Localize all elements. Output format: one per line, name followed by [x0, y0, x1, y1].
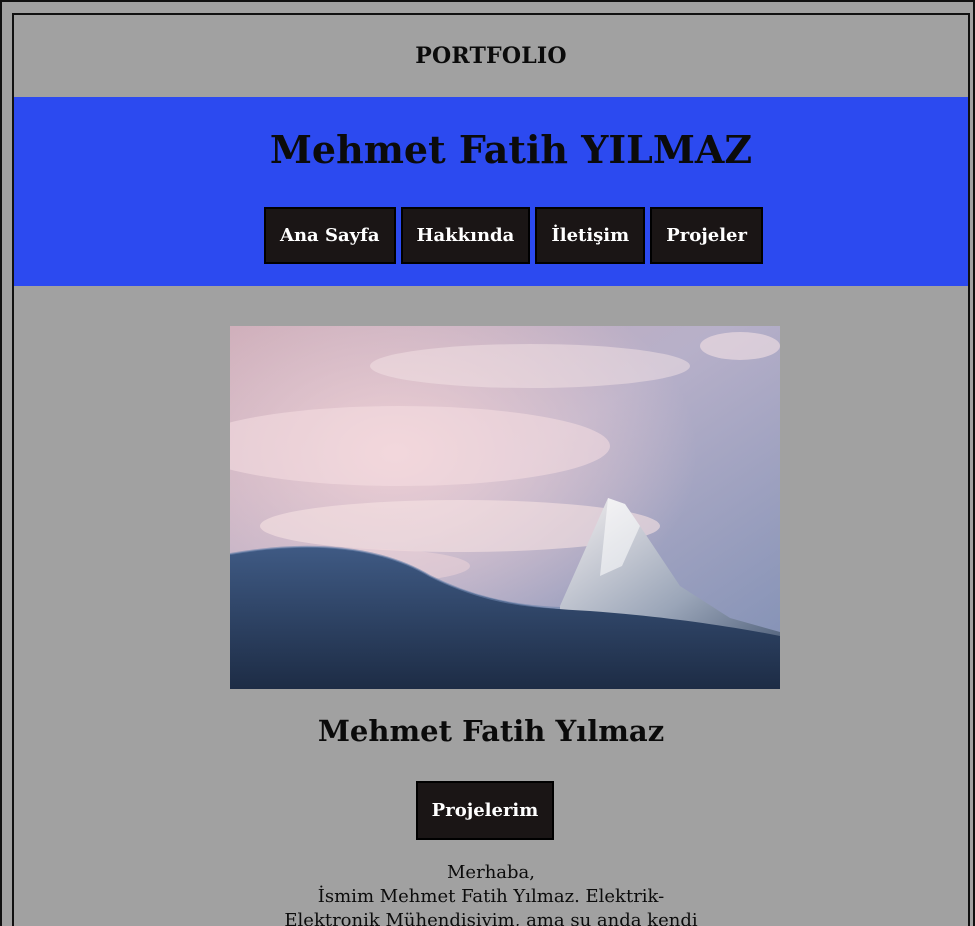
- greeting-text: Merhaba,: [447, 862, 535, 883]
- profile-name: Mehmet Fatih Yılmaz: [317, 714, 665, 748]
- hero-banner: Mehmet Fatih YILMAZ Ana Sayfa Hakkında İ…: [14, 97, 968, 286]
- site-title: PORTFOLIO: [415, 43, 567, 69]
- hero-name: Mehmet Fatih YILMAZ: [269, 127, 753, 172]
- mountain-image: [230, 326, 780, 689]
- nav-about-button[interactable]: Hakkında: [400, 207, 531, 264]
- page-frame: PORTFOLIO Mehmet Fatih YILMAZ Ana Sayfa …: [0, 0, 975, 926]
- nav-contact-button[interactable]: İletişim: [535, 207, 646, 264]
- nav-home-button[interactable]: Ana Sayfa: [264, 207, 396, 264]
- intro-line-1: İsmim Mehmet Fatih Yılmaz. Elektrik-: [317, 886, 665, 907]
- nav-projects-button[interactable]: Projeler: [650, 207, 763, 264]
- intro-text: Merhaba, İsmim Mehmet Fatih Yılmaz. Elek…: [246, 861, 736, 926]
- main-nav: Ana Sayfa Hakkında İletişim Projeler: [264, 207, 763, 264]
- page-content: PORTFOLIO Mehmet Fatih YILMAZ Ana Sayfa …: [12, 13, 970, 926]
- intro-line-2: Elektronik Mühendisiyim, ama şu anda ken…: [284, 910, 698, 926]
- projects-button[interactable]: Projelerim: [416, 781, 554, 840]
